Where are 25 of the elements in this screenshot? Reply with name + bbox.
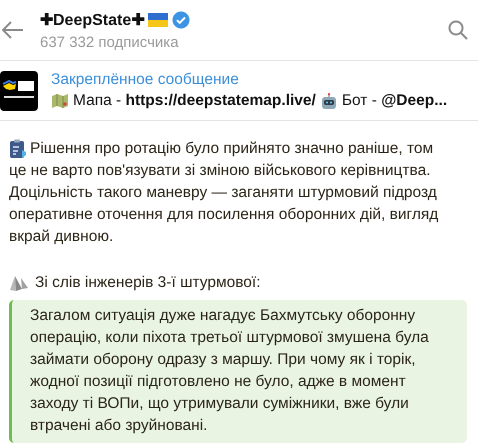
- quote-text: Загалом ситуація дуже нагадує Бахмутську оборонну: [30, 306, 416, 326]
- flag-icon: [148, 12, 168, 26]
- channel-title: ✚DeepState✚: [40, 10, 144, 30]
- message-text: оперативне оточення для посилення оборонних дій, вигляд: [9, 206, 438, 224]
- message-text: Рішення про ротацію було прийнято значно раніше, том: [30, 140, 434, 158]
- quote-text: заходу ті ВОПи, що утримували суміжники, вже були: [30, 394, 410, 414]
- pyramid-icon: [9, 274, 29, 292]
- map-icon: [51, 93, 69, 109]
- clipboard-icon: [9, 139, 27, 159]
- message-text: це не варто пов'язувати зі зміною військового керівництва.: [9, 162, 431, 180]
- pinned-label: Закреплённое сообщение: [51, 71, 240, 89]
- back-icon[interactable]: [2, 21, 24, 39]
- pinned-bar[interactable]: Закреплённое сообщение Мапа - https://deepstatemap.live/ Бот - @Deep...: [0, 61, 478, 121]
- quote-text: жодної позиції підготовлено не було, адже в момент: [30, 372, 407, 392]
- quote-heading: Зі слів інженерів 3-ї штурмової:: [35, 274, 261, 292]
- message-text: Доцільність такого маневру — заганяти штурмовий підрозд: [9, 184, 437, 202]
- message-text: вкрай дивною.: [9, 228, 114, 246]
- quote-text: займати оборону одразу з маршу. При чому як і торік,: [30, 350, 417, 370]
- subscriber-count: 637 332 подписчика: [40, 34, 180, 50]
- search-icon[interactable]: [448, 20, 468, 40]
- pinned-text: Мапа - https://deepstatemap.live/: [73, 92, 316, 110]
- quote-text: втрачені або зруйновані.: [30, 416, 208, 436]
- pinned-text: Бот - @Deep...: [342, 92, 448, 110]
- robot-icon: [320, 92, 338, 110]
- quote-text: операцію, коли піхота третьої штурмової змушена була: [30, 328, 430, 348]
